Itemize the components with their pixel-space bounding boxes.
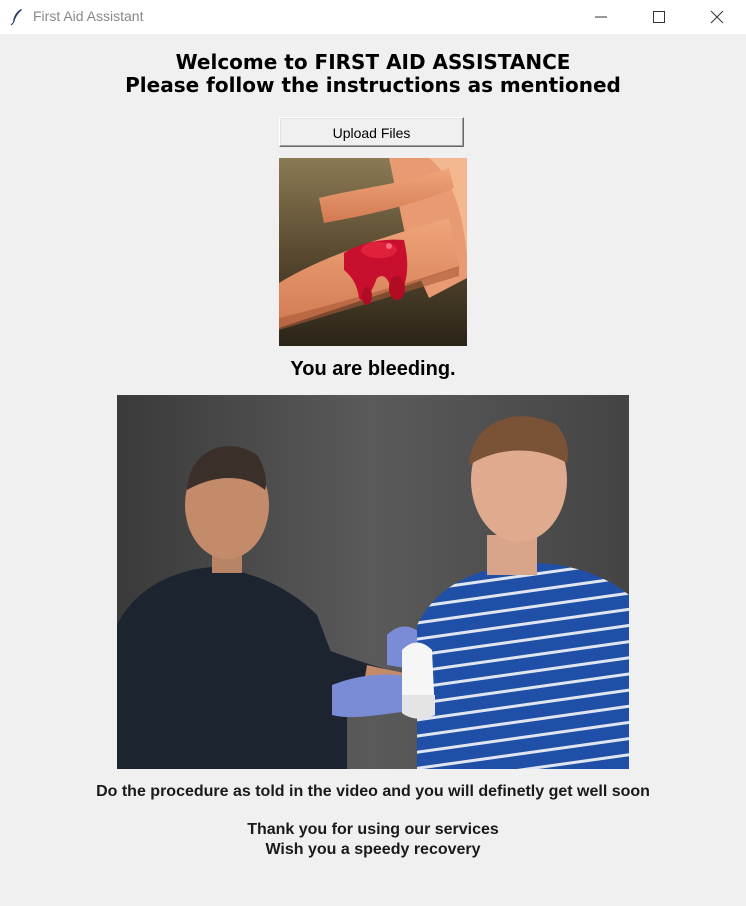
welcome-line: Welcome to FIRST AID ASSISTANCE xyxy=(175,50,571,74)
recovery-line: Wish you a speedy recovery xyxy=(265,841,481,858)
maximize-icon xyxy=(653,11,665,23)
upload-files-button[interactable]: Upload Files xyxy=(279,117,464,147)
title-bar: First Aid Assistant xyxy=(0,0,746,34)
instruction-text: Do the procedure as told in the video an… xyxy=(96,783,650,800)
instruction-video[interactable] xyxy=(117,395,629,769)
maximize-button[interactable] xyxy=(630,0,688,34)
welcome-heading: Welcome to FIRST AID ASSISTANCE Please f… xyxy=(0,51,746,97)
close-button[interactable] xyxy=(688,0,746,34)
feather-icon xyxy=(10,9,22,26)
window-title: First Aid Assistant xyxy=(33,8,144,24)
minimize-icon xyxy=(595,16,607,18)
instructions-line: Please follow the instructions as mentio… xyxy=(125,73,621,97)
diagnosis-text: You are bleeding. xyxy=(290,358,456,380)
close-icon xyxy=(710,10,724,24)
thank-you-line: Thank you for using our services xyxy=(247,821,499,838)
thank-you-message: Thank you for using our services Wish yo… xyxy=(0,820,746,860)
minimize-button[interactable] xyxy=(572,0,630,34)
uploaded-injury-image xyxy=(279,158,467,346)
